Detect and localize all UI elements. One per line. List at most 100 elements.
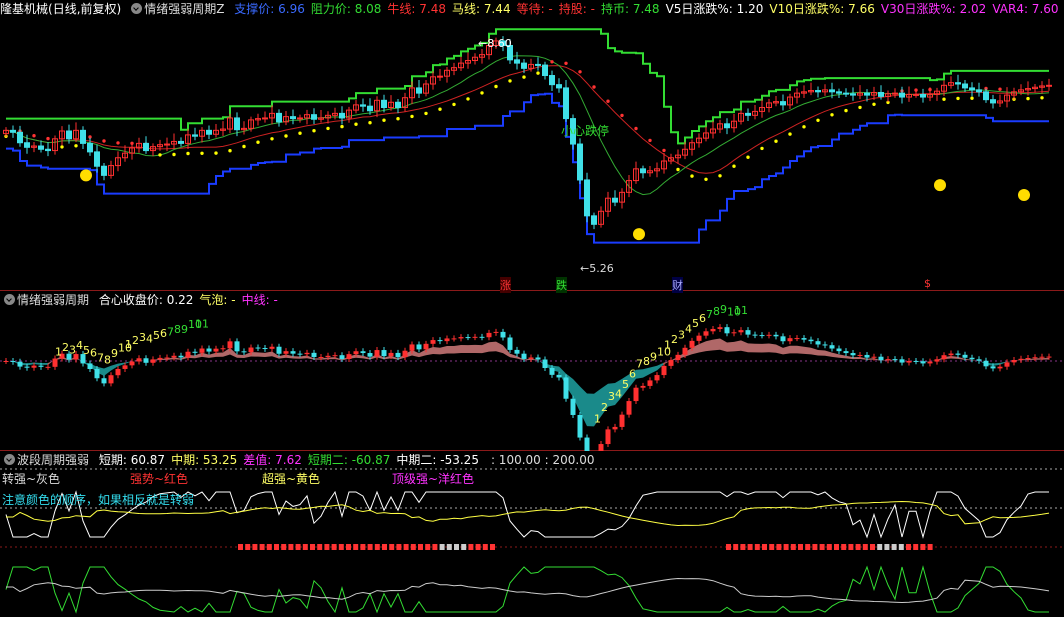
emotion-ribbon — [279, 354, 286, 359]
support-line — [6, 92, 1049, 244]
osc-body — [3, 361, 9, 362]
osc-body — [430, 340, 436, 344]
count-label: 2 — [132, 334, 139, 347]
osc-body — [829, 345, 835, 349]
indicator-name[interactable]: 情绪强弱周期Z — [144, 2, 224, 16]
osc-body — [451, 338, 457, 340]
strength-square — [848, 544, 854, 550]
osc-body — [493, 331, 499, 333]
wave-value-1: 中期: 53.25 — [171, 453, 238, 467]
trend-dot — [1040, 96, 1044, 100]
osc-body — [192, 351, 198, 353]
osc-body — [262, 348, 268, 350]
osc-body — [227, 341, 233, 349]
emotion-ribbon — [867, 358, 874, 360]
price-chart[interactable] — [0, 0, 1064, 291]
osc-body — [325, 355, 331, 357]
candle-body — [815, 90, 821, 93]
emotion-cycle-panel[interactable]: 1 2 3 4 5 6 7 8 9 10 1 2 3 4 5 6 7 8 9 10 11 1 2 3 4 5 6 7 8 9 10 1 2 3 4 5… — [0, 291, 1064, 451]
indicator-values: 合心收盘价: 0.22 气泡: - 中线: - — [99, 293, 284, 307]
emotion-cycle-chart[interactable]: 1 2 3 4 5 6 7 89 101 2 3 4 5 6 7 8 9 1011123 4567 8 9 101 2 3 4 5… — [0, 291, 1064, 451]
strength-square — [740, 544, 746, 550]
emotion-ribbon — [1035, 358, 1042, 360]
osc-body — [276, 346, 282, 354]
indicator-values: 支撑价: 6.96 阻力价: 8.08 牛线: 7.48 马线: 7.44 等待: - 持… — [234, 2, 1064, 16]
emotion-ribbon — [727, 341, 734, 352]
candle-body — [395, 101, 401, 108]
indicator-name[interactable]: 情绪强弱周期 — [17, 293, 89, 307]
emotion-ribbon — [209, 352, 216, 358]
osc-body — [955, 353, 961, 355]
candle-body — [920, 93, 926, 98]
count-label: 9 — [650, 350, 657, 363]
osc-body — [710, 328, 716, 332]
count-label: 7 — [97, 351, 104, 364]
marker-die[interactable]: 跌 — [556, 277, 567, 293]
price-panel[interactable]: 隆基机械(日线,前复权) 情绪强弱周期Z 支撑价: 6.96 阻力价: 8.08 牛线… — [0, 0, 1064, 293]
osc-body — [199, 348, 205, 353]
emotion-ribbon — [496, 341, 503, 354]
emotion-ribbon — [797, 345, 804, 354]
emotion-ribbon — [447, 345, 454, 354]
osc-body — [486, 332, 492, 338]
candle-body — [297, 117, 303, 120]
marker-cai[interactable]: 财 — [672, 277, 683, 293]
emotion-ribbon — [510, 353, 517, 359]
candle-body — [38, 145, 44, 150]
emotion-ribbon — [769, 343, 776, 353]
emotion-ribbon — [643, 367, 650, 378]
candle-body — [899, 92, 905, 98]
count-label: 11 — [195, 318, 209, 331]
strength-square — [425, 544, 431, 550]
osc-body — [619, 414, 625, 427]
emotion-ribbon — [783, 345, 790, 355]
count-label: 1 — [55, 345, 62, 358]
candle-body — [192, 134, 198, 137]
wave-value-0: 短期: 60.87 — [98, 453, 166, 467]
candle-body — [290, 116, 296, 120]
osc-body — [521, 353, 527, 359]
osc-body — [745, 330, 751, 335]
emotion-ribbon — [706, 339, 713, 352]
count-label: 9 — [111, 347, 118, 360]
emotion-ribbon — [790, 345, 797, 354]
osc-body — [115, 368, 121, 376]
candle-body — [234, 117, 240, 131]
candle-body — [416, 87, 422, 94]
trend-dot — [606, 99, 610, 103]
count-label: 5 — [153, 329, 160, 342]
indicator-name[interactable]: 波段周期强弱 — [17, 453, 89, 467]
stock-name[interactable]: 隆基机械 — [0, 2, 48, 16]
wave-strength-panel[interactable]: 波段周期强弱 短期: 60.87 中期: 53.25 差值: 7.62 短期二: -6… — [0, 451, 1064, 617]
osc-body — [633, 387, 639, 402]
indicator-menu-icon[interactable] — [131, 3, 143, 14]
osc-body — [724, 327, 730, 334]
emotion-value-1: 气泡: - — [199, 293, 236, 307]
emotion-ribbon — [174, 357, 181, 360]
marker-zhang[interactable]: 涨 — [500, 277, 511, 293]
osc-body — [94, 369, 100, 379]
emotion-ribbon — [237, 354, 244, 359]
candle-body — [836, 91, 842, 94]
osc-body — [1025, 358, 1031, 360]
indicator-menu-icon[interactable] — [4, 294, 15, 305]
strength-square — [353, 544, 359, 550]
trend-dot — [242, 144, 246, 149]
candle-body — [990, 99, 996, 104]
indicator-menu-icon[interactable] — [4, 454, 15, 465]
osc-body — [360, 351, 366, 354]
candle-body — [206, 129, 212, 135]
count-label: 5 — [83, 344, 90, 357]
osc-body — [269, 346, 275, 349]
strength-square — [461, 544, 467, 550]
trend-dot — [312, 129, 316, 133]
osc-body — [479, 336, 485, 338]
marker-dollar[interactable]: $ — [924, 277, 931, 290]
candle-body — [780, 101, 786, 106]
osc-body — [906, 360, 912, 363]
candle-body — [437, 75, 443, 78]
candle-body — [612, 197, 618, 203]
trend-dot — [354, 122, 358, 126]
candle-body — [864, 92, 870, 96]
candle-body — [829, 89, 835, 93]
